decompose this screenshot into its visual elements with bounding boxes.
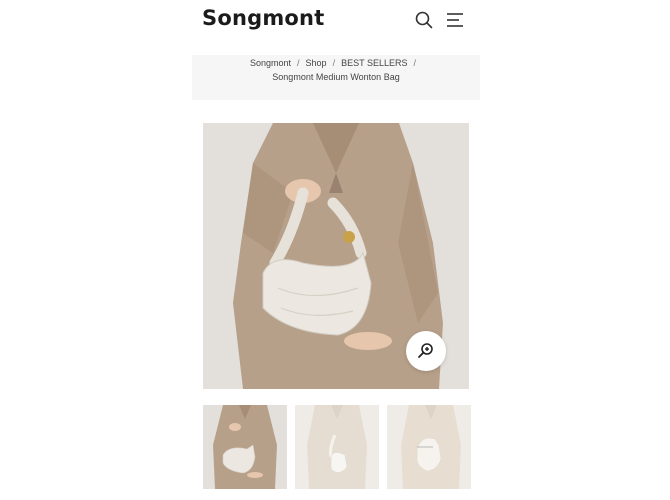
thumbnail-3[interactable] [387, 405, 471, 489]
brand-logo[interactable]: Songmont [202, 6, 324, 30]
breadcrumb: Songmont / Shop / BEST SELLERS / Songmont Med… [192, 55, 480, 100]
zoom-in-icon [418, 343, 433, 358]
site-header: Songmont [192, 0, 480, 50]
zoom-button[interactable] [406, 331, 446, 371]
menu-icon[interactable] [444, 9, 466, 31]
thumbnail-2[interactable] [295, 405, 379, 489]
thumbnail-1[interactable] [203, 405, 287, 489]
search-icon[interactable] [413, 9, 435, 31]
breadcrumb-home[interactable]: Songmont [250, 58, 291, 68]
breadcrumb-best-sellers[interactable]: BEST SELLERS [341, 58, 407, 68]
breadcrumb-shop[interactable]: Shop [306, 58, 327, 68]
breadcrumb-current: Songmont Medium Wonton Bag [272, 72, 400, 82]
